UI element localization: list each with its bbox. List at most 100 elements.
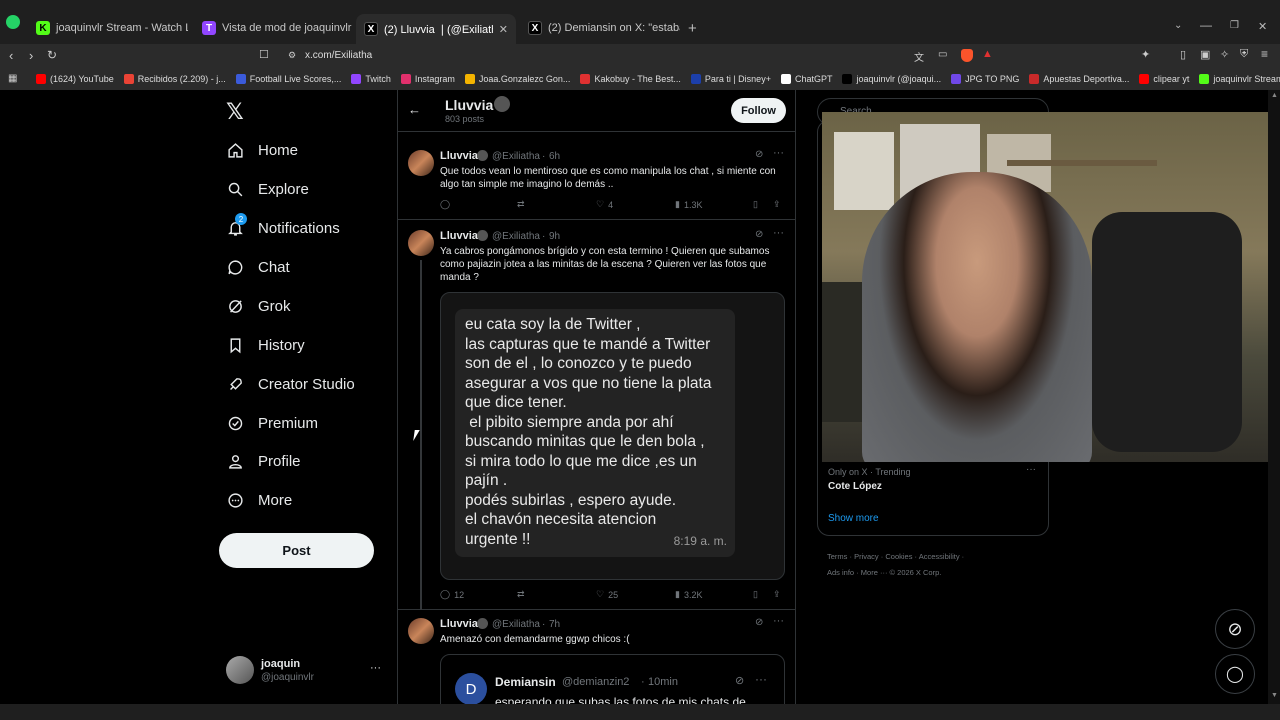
bookmark-button[interactable]: ▯ xyxy=(753,589,758,600)
sidebar-item-notifications[interactable]: 2 Notifications xyxy=(226,213,340,237)
tweet-author-name[interactable]: Lluvvia xyxy=(440,618,478,630)
sidebar-item-more[interactable]: More xyxy=(226,491,292,509)
avatar[interactable] xyxy=(408,230,434,256)
footer-link[interactable]: More ··· xyxy=(861,568,888,577)
sidebar-item-explore[interactable]: Explore xyxy=(226,180,309,198)
scroll-up-icon[interactable]: ▲ xyxy=(1271,92,1278,99)
footer-link[interactable]: Privacy xyxy=(854,552,879,561)
bookmark-item[interactable]: Football Live Scores,... xyxy=(235,74,341,84)
grok-floating-button[interactable]: ⊘ xyxy=(1215,609,1255,649)
scroll-down-icon[interactable]: ▼ xyxy=(1271,692,1278,699)
forward-icon[interactable]: › xyxy=(29,48,33,63)
leo-icon[interactable]: ✧ xyxy=(1220,48,1229,61)
bookmark-item[interactable]: joaquinvlr Stream -... xyxy=(1199,74,1280,84)
tweet-handle[interactable]: @Exiliatha xyxy=(492,151,540,162)
sidebar-item-creator-studio[interactable]: Creator Studio xyxy=(226,375,355,393)
more-dots-icon[interactable]: ··· xyxy=(1026,464,1036,475)
minimize-icon[interactable]: — xyxy=(1200,18,1212,32)
reload-icon[interactable]: ↻ xyxy=(47,48,57,62)
browser-tab[interactable]: T Vista de mod de joaquinvlr - Twit xyxy=(194,14,352,42)
url-text[interactable]: x.com/Exiliatha xyxy=(305,50,372,61)
tweet-author-name[interactable]: Lluvvia xyxy=(440,230,478,242)
quoted-tweet[interactable]: D Demiansin @demianzin2 · 10min ⊘ ··· es… xyxy=(440,654,785,704)
views-button[interactable]: ▮ 1.3K xyxy=(675,199,702,210)
browser-tab[interactable]: X (2) Demiansin on X: "estaba durmien xyxy=(520,14,680,42)
back-arrow-icon[interactable]: ← xyxy=(408,102,421,117)
tweet[interactable]: Lluvvia @Exiliatha · 7h ⊘ ··· Amenazó co… xyxy=(398,610,795,704)
grok-icon[interactable]: ⊘ xyxy=(755,149,763,160)
tweet-handle[interactable]: @Exiliatha xyxy=(492,231,540,242)
sidebar-item-profile[interactable]: Profile xyxy=(226,452,301,470)
tweet-time[interactable]: 9h xyxy=(549,231,560,242)
tweet-time[interactable]: 6h xyxy=(549,151,560,162)
more-dots-icon[interactable]: ··· xyxy=(773,227,784,239)
bookmark-item[interactable]: JPG TO PNG xyxy=(951,74,1019,84)
footer-link[interactable]: Cookies xyxy=(885,552,912,561)
x-logo-icon[interactable]: 𝕏 xyxy=(226,100,244,125)
sidebar-item-premium[interactable]: Premium xyxy=(226,414,318,432)
views-button[interactable]: ▮ 3.2K xyxy=(675,589,702,600)
bookmark-page-icon[interactable]: ☐ xyxy=(259,48,269,61)
share-button[interactable]: ⇪ xyxy=(773,199,781,210)
close-tab-icon[interactable]: ✕ xyxy=(499,23,508,36)
avatar[interactable] xyxy=(408,150,434,176)
repost-button[interactable]: ⇄ xyxy=(517,199,525,210)
more-dots-icon[interactable]: ··· xyxy=(755,672,767,686)
reply-button[interactable]: ◯ xyxy=(440,199,454,210)
share-button[interactable]: ⇪ xyxy=(773,589,781,600)
footer-link[interactable]: Accessibility xyxy=(919,552,960,561)
tweet-handle[interactable]: @Exiliatha xyxy=(492,619,540,630)
translate-icon[interactable]: 文 xyxy=(914,49,924,64)
sidebar-item-history[interactable]: History xyxy=(226,336,305,354)
sidebar-item-home[interactable]: Home xyxy=(226,141,298,159)
bookmark-button[interactable]: ▯ xyxy=(753,199,758,210)
sidebar-item-chat[interactable]: Chat xyxy=(226,258,290,276)
apps-icon[interactable]: ▦ xyxy=(8,73,17,84)
cast-icon[interactable]: ▭ xyxy=(938,49,947,60)
grok-icon[interactable]: ⊘ xyxy=(755,229,763,240)
brave-rewards-icon[interactable]: ▲ xyxy=(982,48,993,60)
follow-button[interactable]: Follow xyxy=(731,98,786,123)
show-more-link[interactable]: Show more xyxy=(828,513,879,524)
reply-button[interactable]: ◯ 12 xyxy=(440,589,464,600)
like-button[interactable]: ♡ 25 xyxy=(596,589,618,600)
bookmark-item[interactable]: joaquinvlr (@joaqui... xyxy=(842,74,941,84)
browser-tab[interactable]: K joaquinvlr Stream - Watch Live o xyxy=(28,14,188,42)
tweet-time[interactable]: 7h xyxy=(549,619,560,630)
post-button[interactable]: Post xyxy=(219,533,374,568)
bookmark-item[interactable]: Para ti | Disney+ xyxy=(690,74,771,84)
tweet-author-name[interactable]: Lluvvia xyxy=(440,150,478,162)
footer-link[interactable]: Terms xyxy=(827,552,847,561)
close-window-icon[interactable]: ✕ xyxy=(1258,20,1267,33)
grok-icon[interactable]: ⊘ xyxy=(735,674,744,687)
like-button[interactable]: ♡ 4 xyxy=(596,199,613,210)
new-tab-icon[interactable]: + xyxy=(688,20,697,37)
bookmark-item[interactable]: Instagram xyxy=(400,74,455,84)
account-switcher[interactable]: joaquin @joaquinvlr ··· xyxy=(226,656,386,686)
more-dots-icon[interactable]: ··· xyxy=(773,147,784,159)
tweet[interactable]: Lluvvia @Exiliatha · 6h ⊘ ··· Que todos … xyxy=(398,137,795,220)
footer-link[interactable]: Ads info xyxy=(827,568,854,577)
repost-button[interactable]: ⇄ xyxy=(517,589,525,600)
back-icon[interactable]: ‹ xyxy=(9,48,13,63)
more-dots-icon[interactable]: ··· xyxy=(370,662,381,674)
bookmark-item[interactable]: Twitch xyxy=(351,74,391,84)
whatsapp-icon[interactable] xyxy=(6,15,20,29)
maximize-icon[interactable]: ❐ xyxy=(1230,20,1239,31)
site-info-icon[interactable]: ⚙ xyxy=(288,50,296,61)
avatar[interactable] xyxy=(408,618,434,644)
scrollbar[interactable]: ▲ ▼ xyxy=(1268,90,1280,704)
trending-title[interactable]: Cote López xyxy=(828,481,882,492)
bookmark-item[interactable]: ChatGPT xyxy=(780,74,832,84)
wallet-icon[interactable]: ▣ xyxy=(1200,48,1210,61)
extensions-icon[interactable]: ✦ xyxy=(1141,48,1150,61)
chat-floating-button[interactable]: ◯ xyxy=(1215,654,1255,694)
bookmark-item[interactable]: clipear yt xyxy=(1139,74,1189,84)
vpn-icon[interactable]: ⛨ xyxy=(1240,48,1248,61)
sidebar-item-grok[interactable]: Grok xyxy=(226,297,291,315)
bookmark-item[interactable]: (1624) YouTube xyxy=(36,74,114,84)
chevron-down-icon[interactable]: ⌄ xyxy=(1174,20,1182,31)
tweet-media-image[interactable]: eu cata soy la de Twitter , las capturas … xyxy=(440,292,785,580)
more-dots-icon[interactable]: ··· xyxy=(773,615,784,627)
browser-tab-active[interactable]: X (2) Lluvvia ❘(@Exiliatha) / X ✕ xyxy=(356,14,516,44)
